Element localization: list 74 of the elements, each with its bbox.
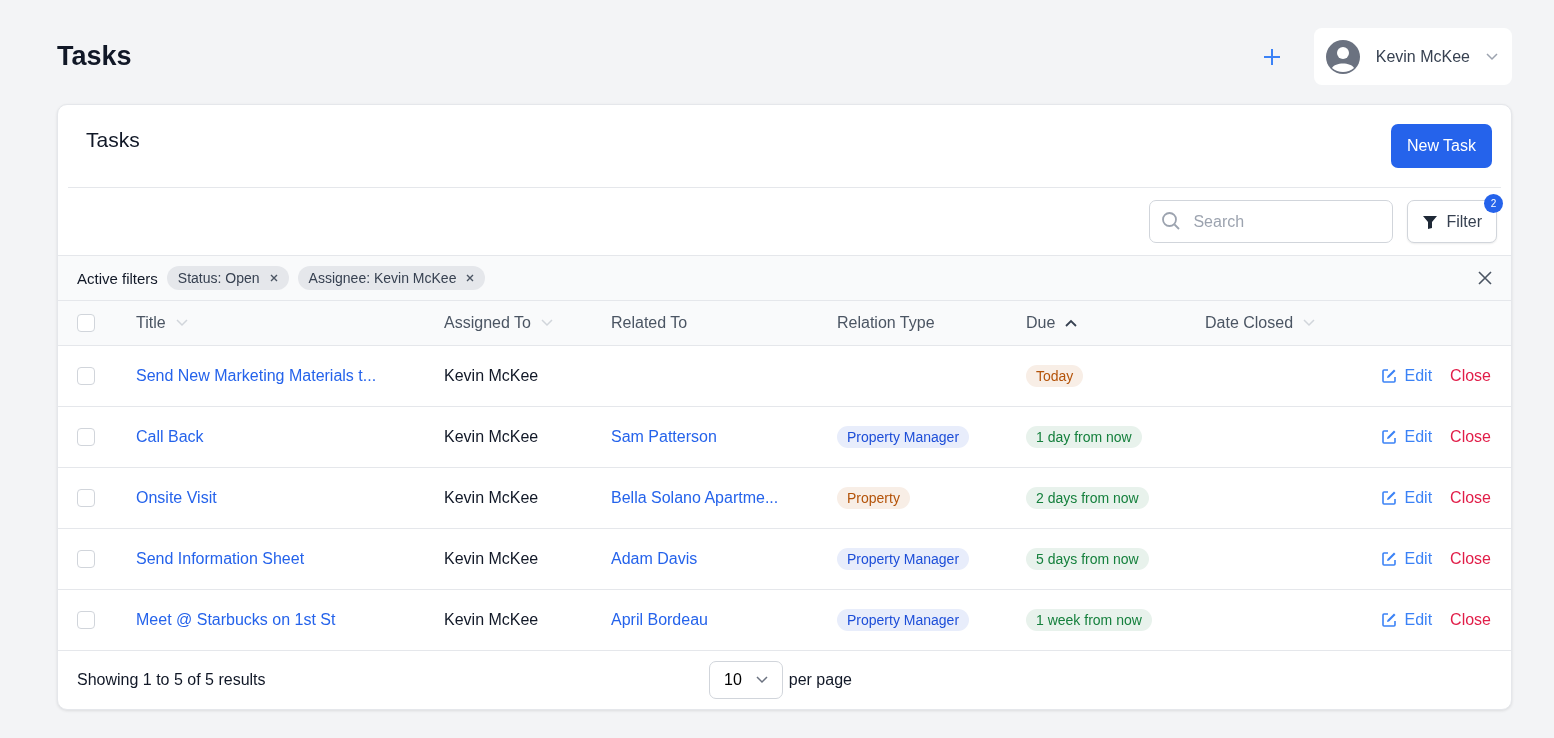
close-icon — [1478, 271, 1492, 285]
filter-count-badge: 2 — [1484, 194, 1503, 213]
close-link[interactable]: Close — [1450, 367, 1491, 385]
close-link[interactable]: Close — [1450, 489, 1491, 507]
task-title-link[interactable]: Send Information Sheet — [136, 550, 305, 568]
assignee-name: Kevin McKee — [444, 550, 539, 568]
edit-link[interactable]: Edit — [1380, 611, 1433, 629]
relation-type-tag: Property Manager — [837, 548, 970, 570]
related-to-link[interactable]: April Bordeau — [611, 611, 708, 629]
column-header: Related To — [611, 314, 688, 332]
new-task-button[interactable]: New Task — [1390, 124, 1492, 168]
column-header: Relation Type — [837, 314, 935, 332]
due-date-tag: Today — [1026, 365, 1084, 387]
edit-link[interactable]: Edit — [1380, 428, 1433, 446]
clear-filters-button[interactable] — [1478, 271, 1492, 285]
relation-type-tag: Property Manager — [837, 609, 970, 631]
edit-link[interactable]: Edit — [1380, 367, 1433, 385]
close-link[interactable]: Close — [1450, 611, 1491, 629]
avatar-icon — [1325, 39, 1360, 74]
checkbox[interactable] — [77, 489, 95, 507]
edit-icon — [1380, 551, 1397, 567]
page-size-select[interactable]: 10 — [709, 661, 783, 699]
related-to-link[interactable]: Adam Davis — [611, 550, 698, 568]
task-title-link[interactable]: Send New Marketing Materials t... — [136, 367, 377, 385]
edit-link[interactable]: Edit — [1380, 550, 1433, 568]
assignee-name: Kevin McKee — [444, 611, 539, 629]
checkbox[interactable] — [77, 611, 95, 629]
edit-icon — [1380, 429, 1397, 445]
task-title-link[interactable]: Meet @ Starbucks on 1st St — [136, 611, 336, 629]
due-date-tag: 1 week from now — [1026, 609, 1152, 631]
chevron-down-icon — [755, 676, 768, 684]
task-title-link[interactable]: Call Back — [136, 428, 204, 446]
task-title-link[interactable]: Onsite Visit — [136, 489, 217, 507]
remove-filter-button[interactable] — [466, 274, 475, 282]
close-icon — [466, 274, 475, 282]
checkbox[interactable] — [77, 314, 95, 332]
checkbox[interactable] — [77, 428, 95, 446]
column-header[interactable]: Assigned To — [444, 314, 531, 332]
edit-link[interactable]: Edit — [1380, 489, 1433, 507]
checkbox[interactable] — [77, 550, 95, 568]
search-field[interactable]: Search — [1149, 200, 1394, 243]
results-summary: Showing 1 to 5 of 5 results — [77, 671, 267, 689]
column-header[interactable]: Title — [136, 314, 166, 332]
column-header[interactable]: Due — [1026, 314, 1056, 332]
chevron-down-icon — [1486, 52, 1498, 61]
page-title: Tasks — [57, 41, 132, 72]
remove-filter-button[interactable] — [269, 274, 278, 282]
card-title: Tasks — [86, 128, 140, 152]
assignee-name: Kevin McKee — [444, 367, 539, 385]
plus-icon — [1261, 46, 1282, 67]
assignee-name: Kevin McKee — [444, 489, 539, 507]
relation-type-tag: Property — [837, 487, 910, 509]
edit-icon — [1380, 612, 1397, 628]
user-menu-button[interactable]: Kevin McKee — [1313, 28, 1512, 85]
active-filters-label: Active filters — [77, 269, 158, 287]
assignee-name: Kevin McKee — [444, 428, 539, 446]
close-link[interactable]: Close — [1450, 428, 1491, 446]
related-to-link[interactable]: Sam Patterson — [611, 428, 717, 446]
due-date-tag: 1 day from now — [1026, 426, 1142, 448]
checkbox[interactable] — [77, 367, 95, 385]
per-page-label: per page — [788, 671, 852, 689]
close-link[interactable]: Close — [1450, 550, 1491, 568]
filter-chip-label: Assignee: Kevin McKee — [308, 270, 457, 286]
funnel-icon — [1422, 213, 1439, 230]
due-date-tag: 2 days from now — [1026, 487, 1149, 509]
relation-type-tag: Property Manager — [837, 426, 970, 448]
close-icon — [269, 274, 278, 282]
column-header[interactable]: Date Closed — [1205, 314, 1294, 332]
search-icon — [1161, 211, 1182, 231]
due-date-tag: 5 days from now — [1026, 548, 1149, 570]
edit-icon — [1380, 368, 1397, 384]
edit-icon — [1380, 490, 1397, 506]
related-to-link[interactable]: Bella Solano Apartme... — [611, 489, 779, 507]
filter-chip-label: Status: Open — [177, 270, 260, 286]
